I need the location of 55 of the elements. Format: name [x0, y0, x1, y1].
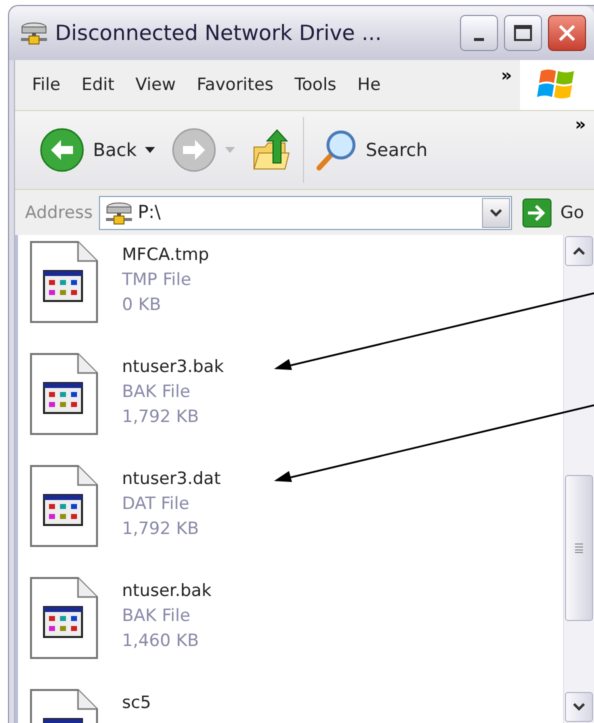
maximize-icon	[513, 24, 533, 42]
file-name: MFCA.tmp	[122, 244, 210, 267]
close-button[interactable]	[548, 15, 586, 51]
maximize-button[interactable]	[504, 15, 542, 51]
toolbar-overflow-chevron[interactable]: »	[575, 115, 586, 135]
file-size: 0 KB	[122, 294, 162, 317]
file-entry[interactable]: MFCA.tmp TMP File 0 KB	[30, 241, 563, 323]
minimize-button[interactable]	[460, 15, 498, 51]
file-name: ntuser.bak	[122, 580, 212, 603]
file-type: DAT File	[122, 493, 190, 516]
file-name: ntuser3.dat	[122, 468, 221, 491]
menu-item[interactable]: Edit	[70, 75, 124, 95]
address-label: Address	[25, 202, 93, 222]
vertical-scrollbar[interactable]	[563, 235, 594, 723]
file-entry[interactable]: ntuser3.dat DAT File 1,792 KB	[30, 465, 563, 547]
menu-item[interactable]: Tools	[284, 75, 346, 95]
file-type: BAK File	[122, 605, 192, 628]
search-icon	[314, 128, 358, 172]
menu-item[interactable]: Favorites	[186, 75, 284, 95]
scroll-down-button[interactable]	[565, 692, 593, 722]
file-icon	[30, 241, 98, 323]
file-name: ntuser3.bak	[122, 356, 224, 379]
menu-item[interactable]: View	[124, 75, 186, 95]
file-name: sc5	[122, 692, 152, 715]
file-type: TMP File	[122, 269, 192, 292]
file-size: 1,792 KB	[122, 406, 200, 429]
menu-item[interactable]: File	[21, 75, 70, 95]
scroll-up-button[interactable]	[565, 236, 593, 266]
network-drive-icon	[19, 21, 49, 45]
window-title: Disconnected Network Drive ...	[55, 21, 383, 45]
scrollbar-thumb[interactable]	[565, 475, 593, 621]
file-type: BAK File	[122, 381, 192, 404]
file-icon	[30, 465, 98, 547]
file-entry[interactable]: ntuser.bak BAK File 1,460 KB	[30, 577, 563, 659]
chevron-up-icon	[572, 246, 586, 256]
network-drive-icon	[104, 200, 134, 224]
close-icon	[557, 23, 577, 43]
minimize-icon	[474, 38, 484, 40]
search-button[interactable]: Search	[310, 126, 432, 174]
file-size: 1,792 KB	[122, 518, 200, 541]
menu-item[interactable]: He	[346, 75, 391, 95]
file-icon	[30, 577, 98, 659]
file-icon	[30, 353, 98, 435]
chevron-down-icon	[489, 208, 504, 218]
address-dropdown-button[interactable]	[482, 198, 510, 228]
file-entry[interactable]: ntuser3.bak BAK File 1,792 KB	[30, 353, 563, 435]
caret-icon[interactable]	[144, 147, 155, 153]
file-entry[interactable]: sc5	[30, 689, 563, 723]
address-field[interactable]: P:\	[98, 196, 512, 230]
file-size: 1,460 KB	[122, 630, 200, 653]
go-button[interactable]: Go	[518, 198, 588, 228]
chevron-down-icon	[572, 702, 586, 712]
grip-lines-icon	[574, 543, 584, 553]
menu-overflow-chevron[interactable]: »	[493, 66, 520, 86]
back-button[interactable]: Back	[35, 125, 141, 175]
